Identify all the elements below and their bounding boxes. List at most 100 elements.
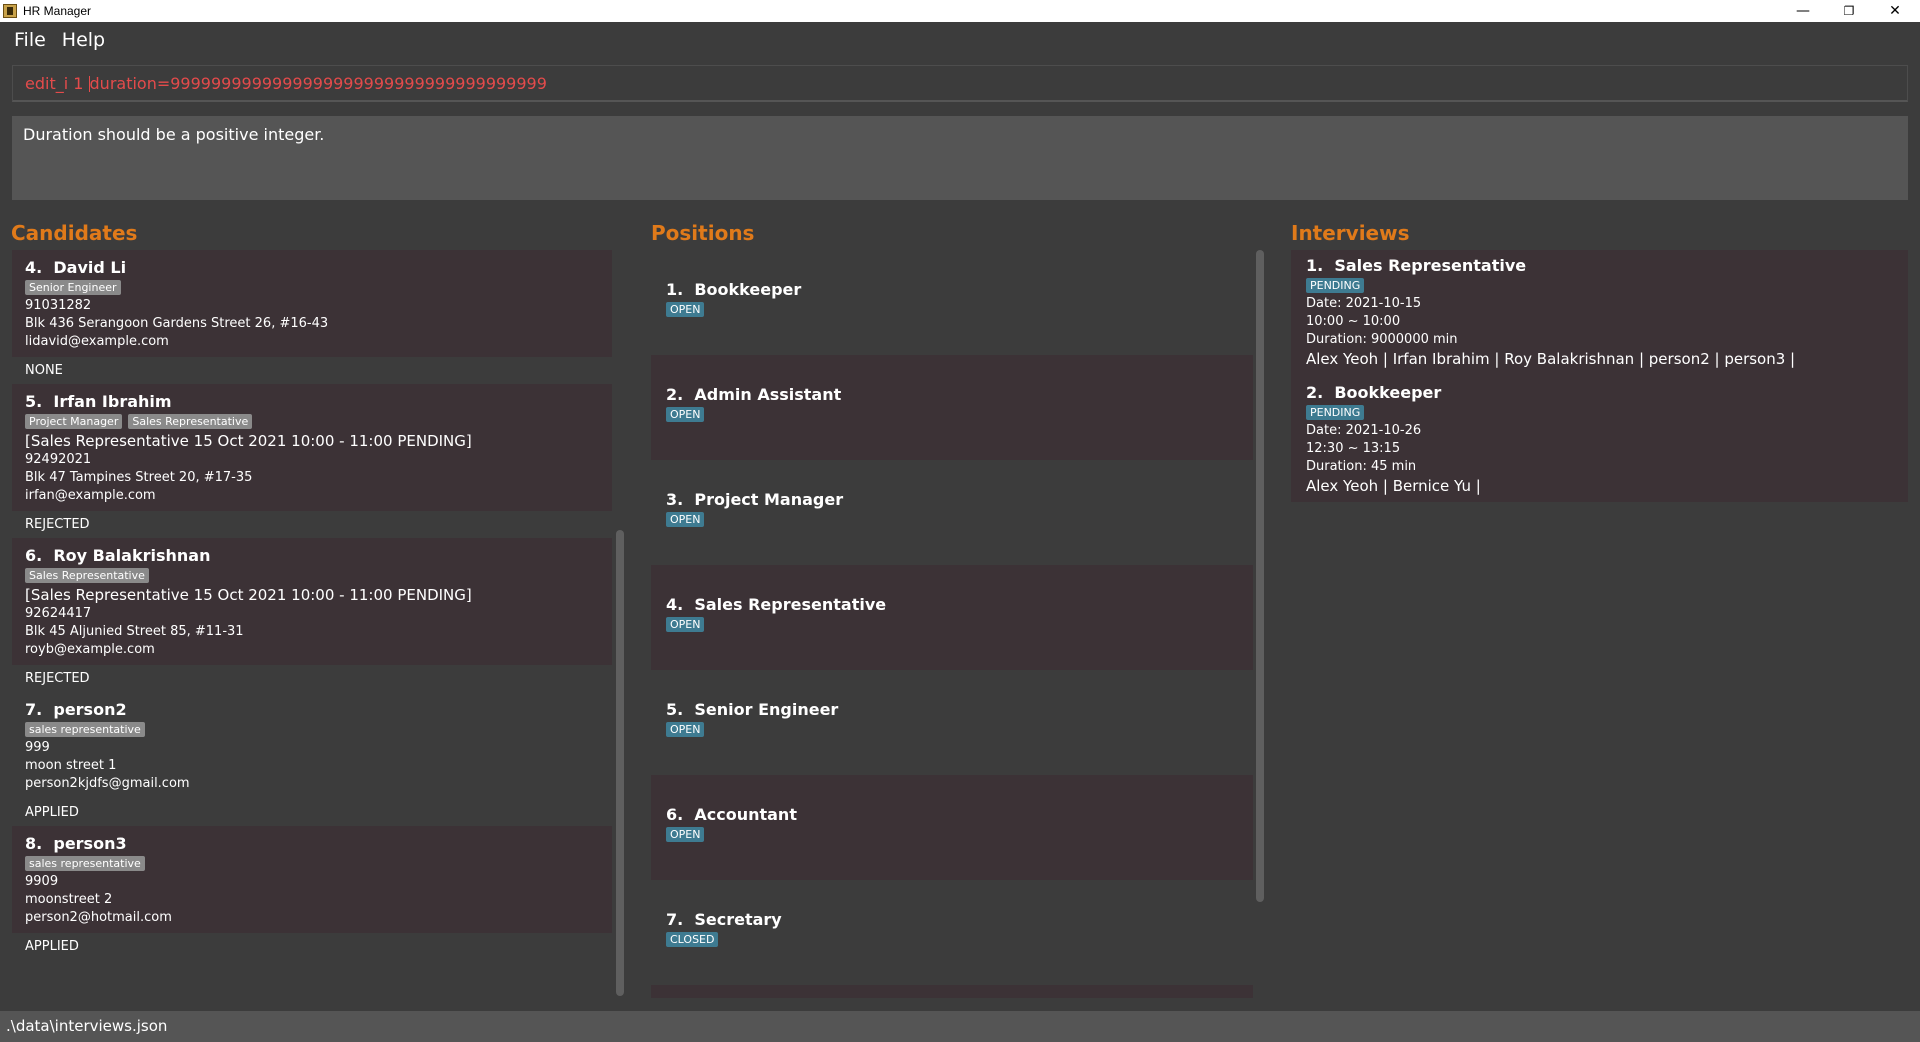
candidate-status: REJECTED xyxy=(12,665,612,692)
candidate-tag: Project Manager xyxy=(25,414,123,429)
candidate-card[interactable]: 7. person2 sales representative 999 moon… xyxy=(12,692,612,799)
candidate-index: 8. xyxy=(25,834,43,853)
candidate-card[interactable]: 6. Roy Balakrishnan Sales Representative… xyxy=(12,538,612,665)
result-message: Duration should be a positive integer. xyxy=(23,125,325,144)
position-card[interactable]: 3. Project Manager OPEN xyxy=(651,460,1253,565)
position-status-badge: OPEN xyxy=(666,407,705,422)
menu-file[interactable]: File xyxy=(14,29,46,51)
title-bar: HR Manager — ❐ ✕ xyxy=(0,0,1920,22)
candidate-index: 7. xyxy=(25,700,43,719)
position-card[interactable]: 4. Sales Representative OPEN xyxy=(651,565,1253,670)
position-index: 1. xyxy=(666,280,684,299)
position-status-badge: OPEN xyxy=(666,827,705,842)
menu-bar: File Help xyxy=(0,22,1920,58)
position-name: Admin Assistant xyxy=(694,385,842,404)
candidate-status: APPLIED xyxy=(12,933,612,960)
status-bar: .\data\interviews.json xyxy=(0,1011,1920,1042)
position-card[interactable]: 2. Admin Assistant OPEN xyxy=(651,355,1253,460)
candidate-phone: 92492021 xyxy=(25,452,92,467)
interview-candidates: Alex Yeoh | Irfan Ibrahim | Roy Balakris… xyxy=(1306,350,1796,368)
candidate-tag: sales representative xyxy=(25,722,145,737)
interview-index: 2. xyxy=(1306,383,1324,402)
position-scrollbar[interactable] xyxy=(1255,250,1265,998)
interview-date: Date: 2021-10-15 xyxy=(1306,296,1422,311)
candidate-card[interactable]: 8. person3 sales representative 9909 moo… xyxy=(12,826,612,933)
command-text-after-cursor: duration=9999999999999999999999999999999… xyxy=(89,74,547,93)
position-status-badge: CLOSED xyxy=(666,932,719,947)
candidate-interview: [Sales Representative 15 Oct 2021 10:00 … xyxy=(25,432,472,450)
candidate-scrollbar[interactable] xyxy=(615,250,625,998)
candidate-tag: sales representative xyxy=(25,856,145,871)
position-card[interactable]: 6. Accountant OPEN xyxy=(651,775,1253,880)
window-title: HR Manager xyxy=(23,4,92,18)
position-card[interactable]: 5. Senior Engineer OPEN xyxy=(651,670,1253,775)
minimize-button[interactable]: — xyxy=(1780,0,1826,22)
candidate-tag: Sales Representative xyxy=(128,414,253,429)
interview-status-badge: PENDING xyxy=(1306,405,1365,420)
position-card[interactable]: 1. Bookkeeper OPEN xyxy=(651,250,1253,355)
interview-time: 12:30 ~ 13:15 xyxy=(1306,441,1401,456)
menu-help[interactable]: Help xyxy=(62,29,105,51)
candidate-status: REJECTED xyxy=(12,511,612,538)
candidate-card[interactable]: 4. David Li Senior Engineer 91031282 Blk… xyxy=(12,250,612,357)
candidate-card[interactable]: 5. Irfan Ibrahim Project Manager Sales Re… xyxy=(12,384,612,511)
candidate-email: lidavid@example.com xyxy=(25,334,169,349)
interview-time: 10:00 ~ 10:00 xyxy=(1306,314,1401,329)
interview-status-badge: PENDING xyxy=(1306,278,1365,293)
candidate-address: Blk 47 Tampines Street 20, #17-35 xyxy=(25,470,253,485)
candidate-phone: 9909 xyxy=(25,874,59,889)
positions-title: Positions xyxy=(651,221,755,245)
interview-duration: Duration: 45 min xyxy=(1306,459,1417,474)
candidate-index: 4. xyxy=(25,258,43,277)
candidate-email: person2@hotmail.com xyxy=(25,910,172,925)
candidate-address: moonstreet 2 xyxy=(25,892,113,907)
candidate-index: 5. xyxy=(25,392,43,411)
candidate-phone: 999 xyxy=(25,740,50,755)
interview-position: Sales Representative xyxy=(1334,256,1527,275)
command-text-before-cursor: edit_i 1 xyxy=(25,74,89,93)
position-list[interactable]: 1. Bookkeeper OPEN 2. Admin Assistant OP… xyxy=(651,250,1253,998)
candidate-email: person2kjdfs@gmail.com xyxy=(25,776,190,791)
interview-list[interactable]: 1. Sales Representative PENDING Date: 20… xyxy=(1291,250,1908,998)
candidate-tag: Sales Representative xyxy=(25,568,149,583)
candidate-tag: Senior Engineer xyxy=(25,280,121,295)
position-status-badge: OPEN xyxy=(666,722,705,737)
interview-card[interactable]: 2. Bookkeeper PENDING Date: 2021-10-26 1… xyxy=(1291,377,1908,502)
position-index: 7. xyxy=(666,910,684,929)
interview-index: 1. xyxy=(1306,256,1324,275)
candidate-email: irfan@example.com xyxy=(25,488,156,503)
interview-date: Date: 2021-10-26 xyxy=(1306,423,1422,438)
scrollbar-thumb[interactable] xyxy=(1256,250,1264,902)
app-icon xyxy=(3,4,17,18)
candidate-status: NONE xyxy=(12,357,612,384)
candidate-name: person3 xyxy=(53,834,127,853)
position-card[interactable]: 7. Secretary CLOSED xyxy=(651,880,1253,985)
position-index: 5. xyxy=(666,700,684,719)
interview-card[interactable]: 1. Sales Representative PENDING Date: 20… xyxy=(1291,250,1908,377)
candidate-name: person2 xyxy=(53,700,127,719)
close-button[interactable]: ✕ xyxy=(1872,0,1918,22)
interview-candidates: Alex Yeoh | Bernice Yu | xyxy=(1306,477,1481,495)
scrollbar-thumb[interactable] xyxy=(616,530,624,996)
candidate-phone: 92624417 xyxy=(25,606,92,621)
position-name: Sales Representative xyxy=(694,595,887,614)
position-name: Bookkeeper xyxy=(694,280,802,299)
candidate-address: Blk 436 Serangoon Gardens Street 26, #16… xyxy=(25,316,329,331)
position-name: Project Manager xyxy=(694,490,844,509)
candidate-index: 6. xyxy=(25,546,43,565)
data-file-path: .\data\interviews.json xyxy=(6,1017,168,1035)
command-input[interactable]: edit_i 1 duration=9999999999999999999999… xyxy=(12,65,1908,102)
interviews-title: Interviews xyxy=(1291,221,1410,245)
position-card-partial[interactable] xyxy=(651,985,1253,998)
candidates-title: Candidates xyxy=(11,221,138,245)
maximize-button[interactable]: ❐ xyxy=(1826,0,1872,22)
position-name: Secretary xyxy=(694,910,782,929)
candidate-list[interactable]: 4. David Li Senior Engineer 91031282 Blk… xyxy=(12,250,612,998)
position-name: Accountant xyxy=(694,805,797,824)
candidate-name: Irfan Ibrahim xyxy=(53,392,172,411)
candidate-status: APPLIED xyxy=(12,799,612,826)
position-index: 3. xyxy=(666,490,684,509)
candidate-interview: [Sales Representative 15 Oct 2021 10:00 … xyxy=(25,586,472,604)
candidate-name: David Li xyxy=(53,258,127,277)
position-name: Senior Engineer xyxy=(694,700,839,719)
